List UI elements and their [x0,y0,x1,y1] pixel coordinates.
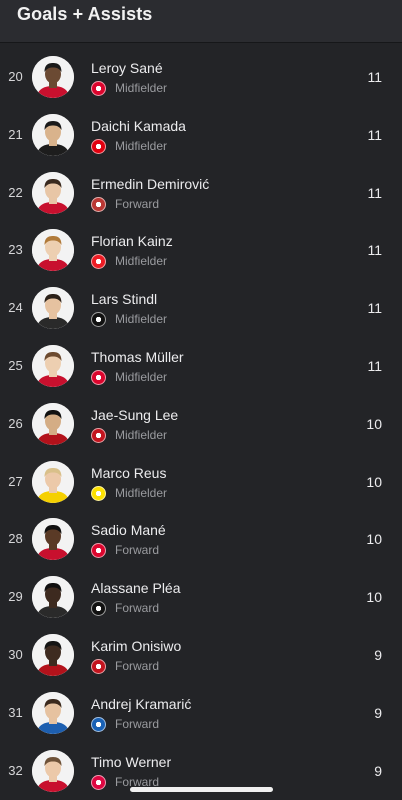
player-rank: 30 [8,646,23,662]
stat-value: 11 [367,184,382,201]
player-row[interactable]: 20 Leroy Sané Midfielder 11 [0,48,402,106]
player-position: Forward [115,543,160,558]
player-row[interactable]: 29 Alassane Pléa Forward 10 [0,568,402,626]
home-indicator[interactable] [130,787,273,792]
player-row[interactable]: 23 Florian Kainz Midfielder 11 [0,221,402,279]
player-name: Leroy Sané [91,60,163,76]
player-rank: 25 [8,357,23,373]
mainz-badge-icon [91,658,106,674]
mainz-badge-icon [91,427,106,443]
player-name: Thomas Müller [91,348,184,365]
player-avatar [32,460,74,503]
bayern-munich-badge-icon [91,81,106,96]
player-row[interactable]: 27 Marco Reus Midfielder 10 [0,453,402,511]
header-bar: Goals + Assists [0,0,402,42]
stat-value: 11 [367,357,382,374]
leipzig-badge-icon [91,774,106,790]
player-name: Karim Onisiwo [91,637,182,654]
player-rank: 20 [8,69,23,84]
stat-value: 9 [374,704,382,721]
dortmund-badge-icon [91,485,106,501]
player-avatar [32,691,74,734]
player-name: Sadio Mané [91,522,166,539]
player-rank: 28 [8,531,23,547]
player-avatar [32,633,74,676]
koln-badge-icon [91,254,106,270]
player-name: Marco Reus [91,464,167,481]
player-name: Lars Stindl [91,291,158,308]
eintracht-frankfurt-badge-icon [91,138,106,154]
player-position: Forward [115,196,160,211]
player-avatar [32,518,74,561]
player-avatar [32,56,74,98]
player-row[interactable]: 26 Jae-Sung Lee Midfielder 10 [0,395,402,453]
bayern-munich-badge-icon [91,543,106,559]
player-rank: 21 [8,126,23,142]
player-rank: 23 [8,242,23,258]
stat-value: 10 [366,473,382,490]
stat-value: 11 [367,242,382,259]
player-name: Ermedin Demirović [91,175,210,192]
player-position: Midfielder [115,312,168,327]
player-avatar [32,576,74,619]
player-position: Midfielder [115,485,168,500]
augsburg-badge-icon [91,196,106,212]
player-rank: 32 [8,762,23,778]
player-avatar [32,171,74,214]
player-avatar [32,749,74,792]
player-name: Daichi Kamada [91,117,186,134]
player-row[interactable]: 21 Daichi Kamada Midfielder 11 [0,106,402,164]
hoffenheim-badge-icon [91,716,106,732]
player-avatar [32,113,74,156]
player-avatar [32,229,74,272]
stat-value: 10 [366,415,382,432]
player-row[interactable]: 24 Lars Stindl Midfielder 11 [0,279,402,337]
player-row[interactable]: 31 Andrej Kramarić Forward 9 [0,684,402,742]
player-rank: 31 [8,704,23,720]
player-rank: 27 [8,473,23,489]
player-position: Forward [115,716,160,731]
player-rank: 29 [8,589,23,605]
stat-value: 10 [366,589,382,606]
player-list: 20 Leroy Sané Midfielder 11 21 Daichi Kamada M… [0,48,402,799]
player-position: Forward [115,658,160,673]
player-name: Timo Werner [91,753,172,770]
player-position: Midfielder [115,427,168,442]
player-avatar [32,344,74,387]
player-avatar [32,287,74,330]
player-name: Andrej Kramarić [91,695,192,712]
stat-value: 9 [374,762,382,779]
player-name: Florian Kainz [91,233,173,250]
player-row[interactable]: 22 Ermedin Demirović Forward 11 [0,164,402,222]
player-rank: 24 [8,300,23,316]
player-position: Midfielder [115,369,168,384]
player-position: Midfielder [115,138,168,153]
page-title: Goals + Assists [17,4,153,24]
player-name: Alassane Pléa [91,580,181,597]
player-position: Midfielder [115,254,168,269]
stat-value: 10 [366,531,382,548]
player-row[interactable]: 25 Thomas Müller Midfielder 11 [0,337,402,395]
player-row[interactable]: 28 Sadio Mané Forward 10 [0,510,402,568]
player-position: Midfielder [115,81,168,95]
player-position: Forward [115,601,160,616]
player-rank: 22 [8,184,23,200]
stat-value: 11 [367,69,382,85]
gladbach-badge-icon [91,312,106,328]
gladbach-badge-icon [91,601,106,617]
stat-value: 9 [374,646,382,663]
player-rank: 26 [8,415,23,431]
player-row[interactable]: 30 Karim Onisiwo Forward 9 [0,626,402,684]
bayern-munich-badge-icon [91,369,106,385]
stat-value: 11 [367,126,382,143]
stat-value: 11 [367,300,382,317]
player-name: Jae-Sung Lee [91,406,179,423]
player-avatar [32,402,74,445]
